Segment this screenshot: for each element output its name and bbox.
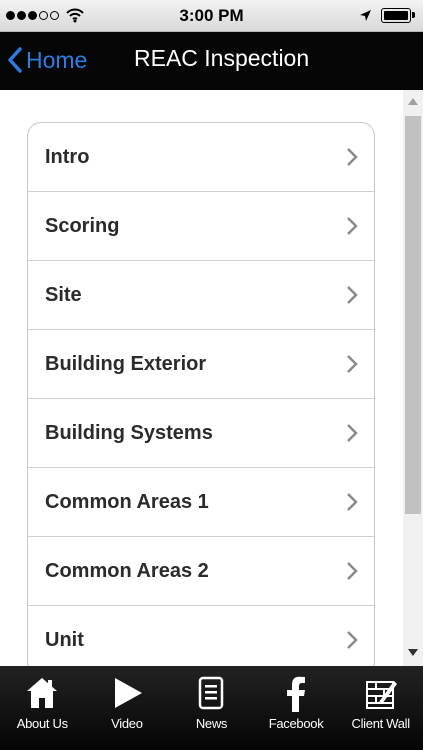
play-icon xyxy=(114,678,142,708)
status-bar: 3:00 PM xyxy=(0,0,423,32)
facebook-icon xyxy=(287,676,306,712)
tab-news[interactable]: News xyxy=(169,666,254,750)
menu-item-site[interactable]: Site xyxy=(28,261,374,330)
content-area: Intro Scoring Site Building Exterior Bui… xyxy=(0,90,423,666)
tab-bar: About Us Video News Facebook Client Wall xyxy=(0,666,423,750)
menu-item-common-areas-1[interactable]: Common Areas 1 xyxy=(28,468,374,537)
page-title: REAC Inspection xyxy=(134,45,310,71)
scroll-down-arrow-icon[interactable] xyxy=(408,649,418,656)
menu-item-intro[interactable]: Intro xyxy=(28,123,374,192)
menu-item-building-systems[interactable]: Building Systems xyxy=(28,399,374,468)
tab-about-us[interactable]: About Us xyxy=(0,666,85,750)
menu-item-common-areas-2[interactable]: Common Areas 2 xyxy=(28,537,374,606)
client-wall-icon xyxy=(365,681,397,709)
back-label: Home xyxy=(26,46,88,73)
battery-icon xyxy=(381,8,415,23)
tab-client-wall[interactable]: Client Wall xyxy=(338,666,423,750)
menu-item-label: Unit xyxy=(45,629,84,651)
scroll-up-arrow-icon[interactable] xyxy=(408,98,418,105)
menu-item-label: Building Exterior xyxy=(45,352,207,375)
tab-label: About Us xyxy=(16,716,68,731)
menu-item-label: Common Areas 2 xyxy=(45,559,209,582)
location-arrow-icon xyxy=(360,10,371,21)
tab-label: News xyxy=(195,716,228,731)
tab-label: Client Wall xyxy=(351,716,411,731)
menu-item-scoring[interactable]: Scoring xyxy=(28,192,374,261)
chevron-right-icon xyxy=(347,355,358,373)
scrollbar-thumb[interactable] xyxy=(405,116,421,514)
chevron-right-icon xyxy=(347,286,358,304)
scrollbar[interactable] xyxy=(403,90,423,666)
chevron-left-icon xyxy=(8,47,22,73)
back-button[interactable]: Home xyxy=(6,42,87,78)
chevron-right-icon xyxy=(347,424,358,442)
tab-label: Facebook xyxy=(268,716,324,731)
tab-label: Video xyxy=(111,716,143,731)
home-icon xyxy=(27,678,58,708)
chevron-right-icon xyxy=(347,562,358,580)
menu-item-label: Scoring xyxy=(45,214,120,237)
menu-list: Intro Scoring Site Building Exterior Bui… xyxy=(27,122,375,666)
menu-item-label: Common Areas 1 xyxy=(45,490,209,513)
chevron-right-icon xyxy=(347,493,358,511)
news-icon xyxy=(199,676,224,710)
chevron-right-icon xyxy=(347,148,358,166)
menu-item-label: Intro xyxy=(45,145,90,168)
navigation-bar: Home REAC Inspection xyxy=(0,32,423,90)
menu-item-building-exterior[interactable]: Building Exterior xyxy=(28,330,374,399)
tab-facebook[interactable]: Facebook xyxy=(254,666,339,750)
tab-video[interactable]: Video xyxy=(85,666,170,750)
menu-item-label: Building Systems xyxy=(45,421,213,444)
chevron-right-icon xyxy=(347,631,358,649)
chevron-right-icon xyxy=(347,217,358,235)
menu-item-label: Site xyxy=(45,283,82,306)
menu-item-unit[interactable]: Unit xyxy=(28,606,374,666)
